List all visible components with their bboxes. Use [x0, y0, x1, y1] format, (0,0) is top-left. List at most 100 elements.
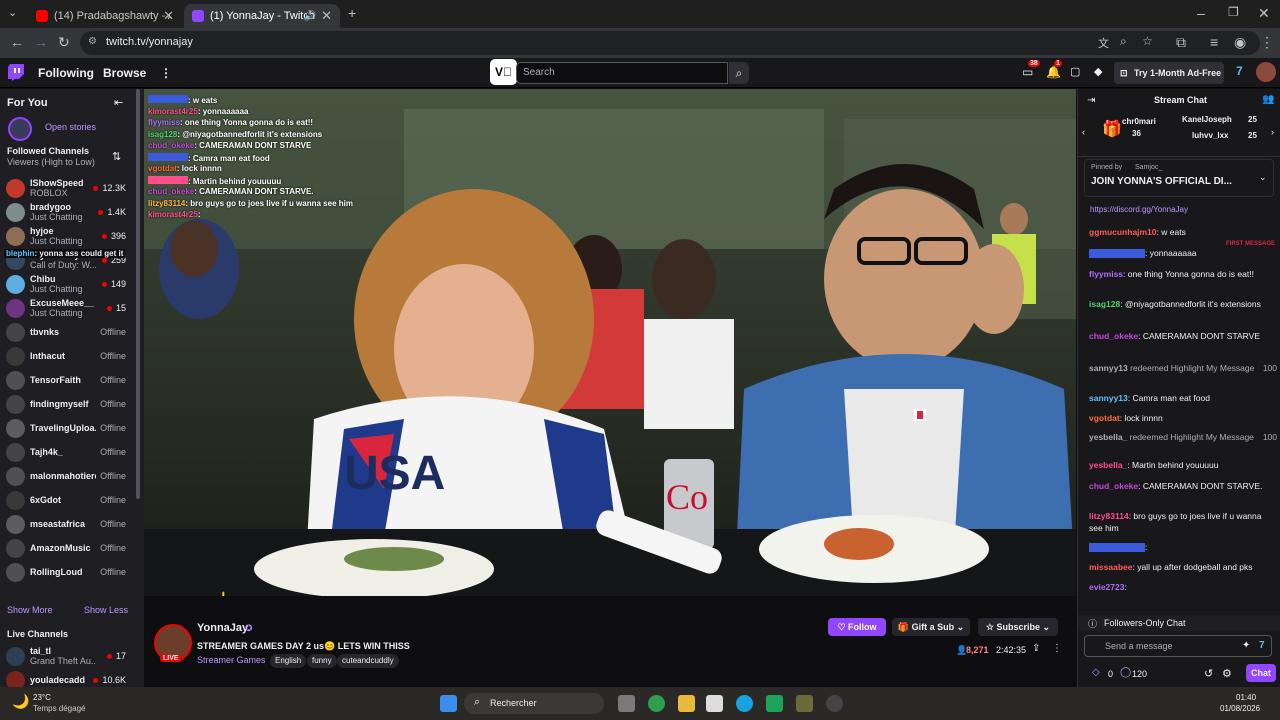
sidebar-channel-item[interactable]: AmazonMusic Offline: [0, 537, 142, 561]
chat-settings-icon[interactable]: ⚙: [1222, 667, 1232, 680]
chat-input[interactable]: Send a message ✦ 7: [1084, 635, 1272, 657]
chat-username[interactable]: isag128: [1089, 299, 1120, 309]
edge-icon[interactable]: [736, 695, 753, 712]
chat-username[interactable]: litzy83114: [1089, 511, 1129, 521]
browser-menu-icon[interactable]: ⋮: [1260, 34, 1274, 51]
steam-icon[interactable]: [826, 695, 843, 712]
emote-picker-icon[interactable]: ✦: [1242, 640, 1250, 651]
windows-start-icon[interactable]: [440, 695, 457, 712]
chat-username-hidden[interactable]: [1089, 543, 1145, 553]
chat-username[interactable]: flyymiss: [1089, 269, 1123, 279]
forward-icon[interactable]: →: [34, 34, 48, 50]
chat-username[interactable]: yesbella_: [1089, 460, 1127, 470]
follow-button[interactable]: ♡ Follow: [828, 618, 886, 636]
chat-username[interactable]: sannyy13: [1089, 363, 1128, 373]
chat-username[interactable]: sannyy13: [1089, 393, 1128, 403]
taskbar-search[interactable]: ⌕ Rechercher: [464, 693, 604, 714]
extension-7tv-icon[interactable]: 7: [1236, 64, 1243, 78]
tab-twitch[interactable]: (1) YonnaJay - Twitch 🔊 ✕: [184, 4, 340, 28]
sidebar-channel-item[interactable]: mseastafrica Offline: [0, 513, 142, 537]
twitch-logo-icon[interactable]: [8, 64, 24, 81]
search-input[interactable]: Search: [516, 62, 728, 84]
sidebar-channel-item[interactable]: findingmyself Offline: [0, 393, 142, 417]
gifter-3-name[interactable]: luhvv_lxx: [1192, 131, 1228, 140]
chat-username-hidden[interactable]: [1089, 249, 1145, 259]
extension-7tv-icon[interactable]: 7: [1259, 640, 1265, 651]
sidebar-channel-item[interactable]: tbvnks Offline: [0, 321, 142, 345]
live-channel-item[interactable]: tai_tl Grand Theft Au... 17: [0, 645, 142, 669]
back-icon[interactable]: ←: [10, 34, 24, 50]
sort-icon[interactable]: ⇅: [112, 150, 121, 163]
more-options-icon[interactable]: ⋮: [1052, 643, 1062, 654]
stories-avatar[interactable]: [8, 117, 32, 141]
close-icon[interactable]: ✕: [321, 8, 332, 24]
channel-points-icon[interactable]: ◇: [1092, 667, 1100, 678]
chat-username[interactable]: chud_okeke: [1089, 331, 1138, 341]
sidebar-channel-item[interactable]: hyjoe Just Chatting 396: [0, 225, 142, 249]
collapse-sidebar-icon[interactable]: ⇤: [114, 96, 123, 109]
tag-funny[interactable]: funny: [307, 654, 337, 668]
tag-english[interactable]: English: [270, 654, 307, 668]
app-icon[interactable]: [796, 695, 813, 712]
streamer-name[interactable]: YonnaJay: [197, 622, 248, 634]
gifter-1-name[interactable]: chr0mari: [1122, 117, 1156, 126]
sidebar-channel-item[interactable]: IShowSpeed ROBLOX 12.3K: [0, 177, 142, 201]
url-text[interactable]: twitch.tv/yonnajay: [106, 36, 193, 48]
stream-category[interactable]: Streamer Games: [197, 655, 266, 665]
address-bar[interactable]: ⚙ twitch.tv/yonnajay 文 ⌕ ☆: [80, 31, 1260, 55]
gift-sub-button[interactable]: 🎁 Gift a Sub ⌄: [892, 618, 970, 636]
chat-username[interactable]: chud_okeke: [1089, 481, 1138, 491]
close-icon[interactable]: ✕: [163, 8, 174, 24]
zoom-icon[interactable]: ⌕: [1120, 34, 1127, 49]
chat-send-button[interactable]: Chat: [1246, 664, 1276, 682]
live-channel-item[interactable]: youladecadd 10.6K: [0, 669, 142, 687]
tab-search-icon[interactable]: ⌄: [8, 6, 17, 19]
nav-more-icon[interactable]: ⋮: [160, 66, 172, 80]
site-info-icon[interactable]: ⚙: [88, 36, 97, 47]
expand-pin-icon[interactable]: ⌄: [1259, 172, 1267, 183]
tag-cuteandcuddly[interactable]: cuteandcuddly: [337, 654, 399, 668]
pinned-message[interactable]: Pinned by Samjoc_ JOIN YONNA'S OFFICIAL …: [1084, 159, 1274, 197]
reload-icon[interactable]: ↻: [58, 34, 70, 51]
chat-username[interactable]: missaabee: [1089, 562, 1132, 572]
chat-username[interactable]: evie2723: [1089, 582, 1124, 592]
sidebar-channel-item[interactable]: bradygoo Just Chatting 1.4K: [0, 201, 142, 225]
share-icon[interactable]: ⇪: [1032, 643, 1040, 654]
whispers-icon[interactable]: ▢: [1070, 65, 1080, 78]
sidebar-channel-item[interactable]: malonmahotiere Offline: [0, 465, 142, 489]
store-icon[interactable]: [706, 695, 723, 712]
extensions-icon[interactable]: ⧉: [1176, 34, 1186, 51]
window-close-icon[interactable]: ✕: [1258, 5, 1270, 22]
chat-username[interactable]: yesbella_: [1089, 432, 1127, 442]
open-stories-link[interactable]: Open stories: [45, 122, 96, 132]
pinned-link[interactable]: https://discord.gg/YonnaJay: [1090, 205, 1188, 214]
sidebar-channel-item[interactable]: TravelingUploa... Offline: [0, 417, 142, 441]
chevron-right-icon[interactable]: ›: [1271, 127, 1274, 137]
weather-icon[interactable]: 🌙: [12, 693, 29, 710]
chat-username[interactable]: ggmucunhajm10: [1089, 227, 1157, 237]
minimize-icon[interactable]: –: [1197, 5, 1205, 21]
file-explorer-icon[interactable]: [678, 695, 695, 712]
sidebar-channel-item[interactable]: Chibu Just Chatting 149: [0, 273, 142, 297]
nav-browse[interactable]: Browse: [103, 66, 146, 80]
history-icon[interactable]: ↺: [1204, 667, 1213, 680]
video-player[interactable]: USA Co : w eats kimorast4r25: yonnaaaaaa f…: [144, 89, 1076, 596]
users-icon[interactable]: 👥: [1262, 94, 1274, 105]
inbox-icon[interactable]: ▭: [1022, 65, 1033, 79]
sidebar-channel-item[interactable]: ExcuseMeee__ Just Chatting 15: [0, 297, 142, 321]
user-avatar[interactable]: [1256, 62, 1276, 82]
notifications-icon[interactable]: 🔔: [1046, 65, 1061, 79]
task-view-icon[interactable]: [618, 695, 635, 712]
chevron-left-icon[interactable]: ‹: [1082, 127, 1085, 137]
sidebar-channel-item[interactable]: Tajh4k_ Offline: [0, 441, 142, 465]
show-less-link[interactable]: Show Less: [84, 605, 128, 615]
sidebar-channel-item[interactable]: 6xGdot Offline: [0, 489, 142, 513]
chat-username[interactable]: vgotdat: [1089, 413, 1120, 423]
sidebar-channel-item[interactable]: RollingLoud Offline: [0, 561, 142, 585]
collapse-chat-icon[interactable]: ⇥: [1087, 95, 1095, 106]
tab-youtube[interactable]: (14) Pradabagshawty - Awhile ( ✕: [28, 4, 182, 28]
sidebar-channel-item[interactable]: Inthacut Offline: [0, 345, 142, 369]
show-more-link[interactable]: Show More: [7, 605, 53, 615]
ad-free-button[interactable]: ⊡ Try 1-Month Ad-Free: [1114, 62, 1224, 84]
sidebar-channel-item[interactable]: TensorFaith Offline: [0, 369, 142, 393]
